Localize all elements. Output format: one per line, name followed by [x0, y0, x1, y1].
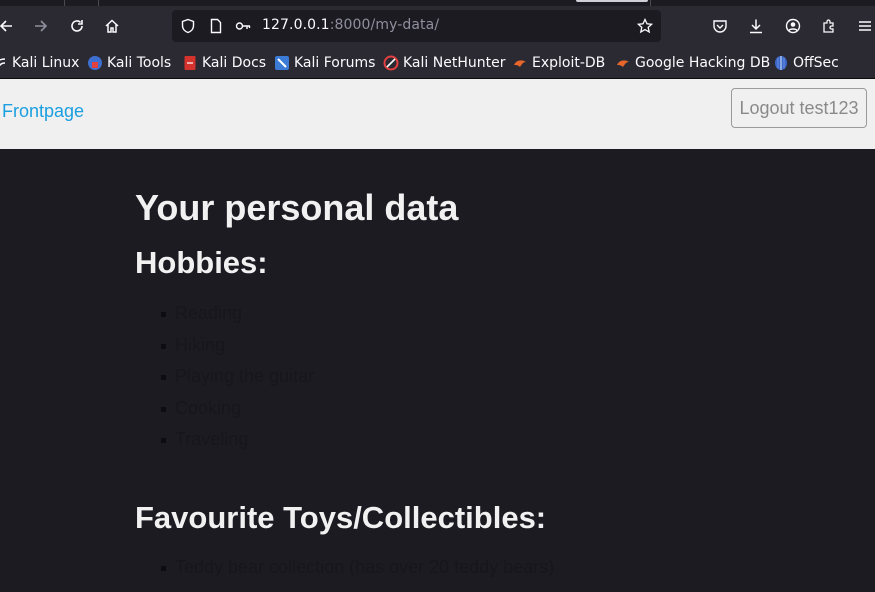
- key-icon: [235, 22, 251, 30]
- bookmark-exploit-db[interactable]: Exploit-DB: [512, 53, 605, 73]
- account-button[interactable]: [779, 12, 807, 40]
- toys-list: Teddy bear collection (has over 20 teddy…: [161, 552, 554, 584]
- home-icon: [105, 19, 119, 33]
- pocket-button[interactable]: [706, 12, 734, 40]
- bookmark-kali-linux[interactable]: Kali Linux: [0, 53, 79, 73]
- page-icon: [210, 18, 222, 34]
- bookmark-offsec[interactable]: OffSec: [773, 53, 839, 73]
- forward-arrow-icon: [35, 20, 48, 32]
- kali-forums-icon: [275, 56, 289, 70]
- bookmark-kali-tools[interactable]: Kali Tools: [87, 53, 171, 73]
- bookmark-label: Kali Tools: [107, 55, 172, 71]
- reload-icon: [71, 20, 83, 32]
- bookmark-label: Kali Docs: [202, 55, 267, 71]
- bookmark-kali-forums[interactable]: Kali Forums: [274, 53, 375, 73]
- list-item: Playing the guitar: [161, 361, 314, 393]
- bookmark-label: Kali NetHunter: [403, 55, 506, 71]
- frontpage-link[interactable]: Frontpage: [2, 101, 84, 122]
- list-item: Reading: [161, 298, 314, 330]
- list-item: Hiking: [161, 330, 314, 362]
- navigation-toolbar: 127.0.0.1:8000/my-data/: [0, 6, 875, 47]
- exploit-db-icon: [514, 60, 526, 67]
- address-bar[interactable]: 127.0.0.1:8000/my-data/: [172, 10, 661, 42]
- bookmark-kali-nethunter[interactable]: Kali NetHunter: [383, 53, 505, 73]
- bookmark-label: Google Hacking DB: [635, 55, 771, 71]
- kali-tools-icon: [88, 56, 102, 70]
- kali-nethunter-icon: [383, 55, 399, 71]
- active-tab-edge[interactable]: [576, 0, 648, 2]
- list-item: Teddy bear collection (has over 20 teddy…: [161, 552, 554, 584]
- back-arrow-icon: [0, 20, 12, 32]
- menu-button[interactable]: [851, 12, 875, 40]
- ghdb-icon: [617, 60, 629, 67]
- page-title: Your personal data: [135, 187, 459, 228]
- bookmarks-toolbar: Kali Linux Kali Tools Kali Docs Kali For…: [0, 47, 875, 79]
- bookmark-star-icon[interactable]: [637, 18, 653, 34]
- bookmark-google-hacking-db[interactable]: Google Hacking DB: [615, 53, 770, 73]
- bookmark-label: Kali Forums: [294, 55, 376, 71]
- account-icon: [785, 18, 801, 34]
- bookmark-label: Exploit-DB: [532, 55, 606, 71]
- toys-heading: Favourite Toys/Collectibles:: [135, 500, 547, 535]
- url-path: :8000/my-data/: [329, 17, 440, 33]
- list-item: Traveling: [161, 424, 314, 456]
- puzzle-icon: [823, 19, 834, 33]
- kali-dragon-icon: [0, 58, 6, 67]
- bookmark-label: Kali Linux: [12, 55, 80, 71]
- hobbies-heading: Hobbies:: [135, 245, 268, 280]
- url-text[interactable]: 127.0.0.1:8000/my-data/: [262, 17, 439, 33]
- bookmark-label: OffSec: [793, 55, 839, 71]
- hobbies-list: Reading Hiking Playing the guitar Cookin…: [161, 298, 314, 456]
- bookmark-kali-docs[interactable]: Kali Docs: [182, 53, 266, 73]
- offsec-icon: [775, 56, 787, 70]
- url-host: 127.0.0.1: [262, 17, 330, 33]
- download-icon: [750, 19, 762, 34]
- back-button[interactable]: [0, 12, 20, 40]
- shield-icon: [181, 18, 195, 34]
- reload-button[interactable]: [63, 12, 91, 40]
- pocket-icon: [713, 20, 727, 33]
- logout-button[interactable]: Logout test123: [731, 88, 867, 128]
- downloads-button[interactable]: [742, 12, 770, 40]
- site-header: Frontpage Logout test123: [0, 79, 875, 149]
- extensions-button[interactable]: [815, 12, 843, 40]
- list-item: Cooking: [161, 393, 314, 425]
- kali-docs-icon: [184, 56, 196, 70]
- home-button[interactable]: [98, 12, 126, 40]
- hamburger-menu-icon: [859, 21, 871, 31]
- forward-button[interactable]: [27, 12, 55, 40]
